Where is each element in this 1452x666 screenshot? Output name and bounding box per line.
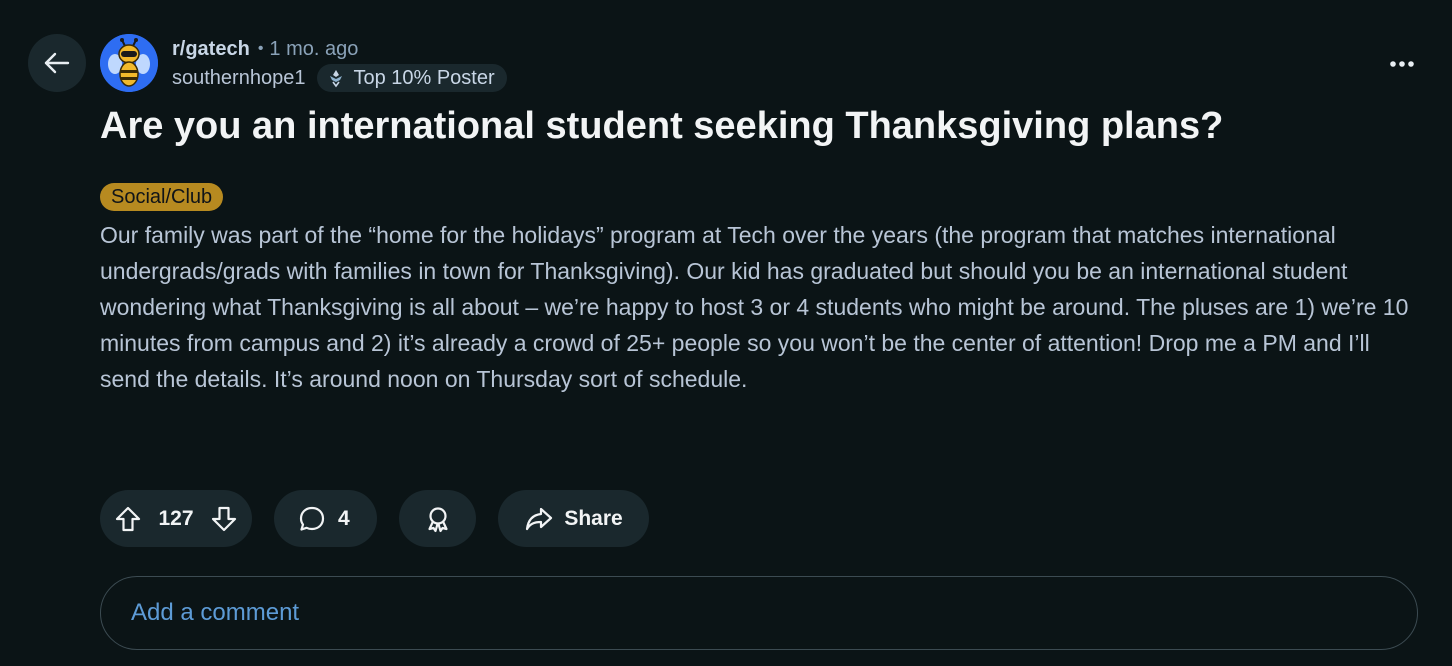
post-meta-subreddit-row: r/gatech • 1 mo. ago (172, 37, 358, 61)
top-poster-icon (325, 67, 347, 89)
arrow-left-icon (42, 48, 72, 78)
downvote-arrow-icon (211, 506, 237, 531)
subreddit-link[interactable]: r/gatech (172, 38, 250, 61)
post-meta-author-row: southernhope1 Top 10% Poster (172, 64, 507, 92)
award-button[interactable] (399, 490, 476, 547)
meta-separator: • (257, 40, 264, 57)
author-badge-label: Top 10% Poster (353, 66, 495, 89)
post-action-bar: 127 4 Share (100, 490, 649, 547)
downvote-button[interactable] (210, 505, 238, 533)
author-achievement-badge[interactable]: Top 10% Poster (317, 64, 507, 92)
share-button[interactable]: Share (498, 490, 649, 547)
share-arrow-icon (524, 505, 554, 533)
post-flair-tag[interactable]: Social/Club (100, 183, 224, 211)
comment-bubble-icon (298, 505, 326, 533)
vote-control: 127 (100, 490, 252, 547)
award-icon (424, 505, 452, 533)
post-timestamp: 1 mo. ago (269, 37, 359, 60)
author-link[interactable]: southernhope1 (172, 67, 305, 90)
back-button[interactable] (28, 34, 86, 92)
post-title: Are you an international student seeking… (100, 105, 1224, 147)
comment-count: 4 (338, 506, 350, 530)
more-horizontal-icon (1389, 60, 1415, 68)
subreddit-avatar[interactable] (100, 34, 158, 92)
upvote-arrow-icon (115, 506, 141, 531)
more-options-button[interactable] (1382, 48, 1422, 80)
add-comment-input[interactable]: Add a comment (100, 576, 1418, 650)
yellow-jacket-mascot-icon (100, 34, 158, 92)
comments-button[interactable]: 4 (274, 490, 377, 547)
add-comment-placeholder: Add a comment (131, 599, 300, 626)
share-label: Share (564, 506, 623, 530)
post-body: Our family was part of the “home for the… (100, 222, 1409, 392)
vote-score: 127 (158, 506, 194, 530)
upvote-button[interactable] (114, 505, 142, 533)
